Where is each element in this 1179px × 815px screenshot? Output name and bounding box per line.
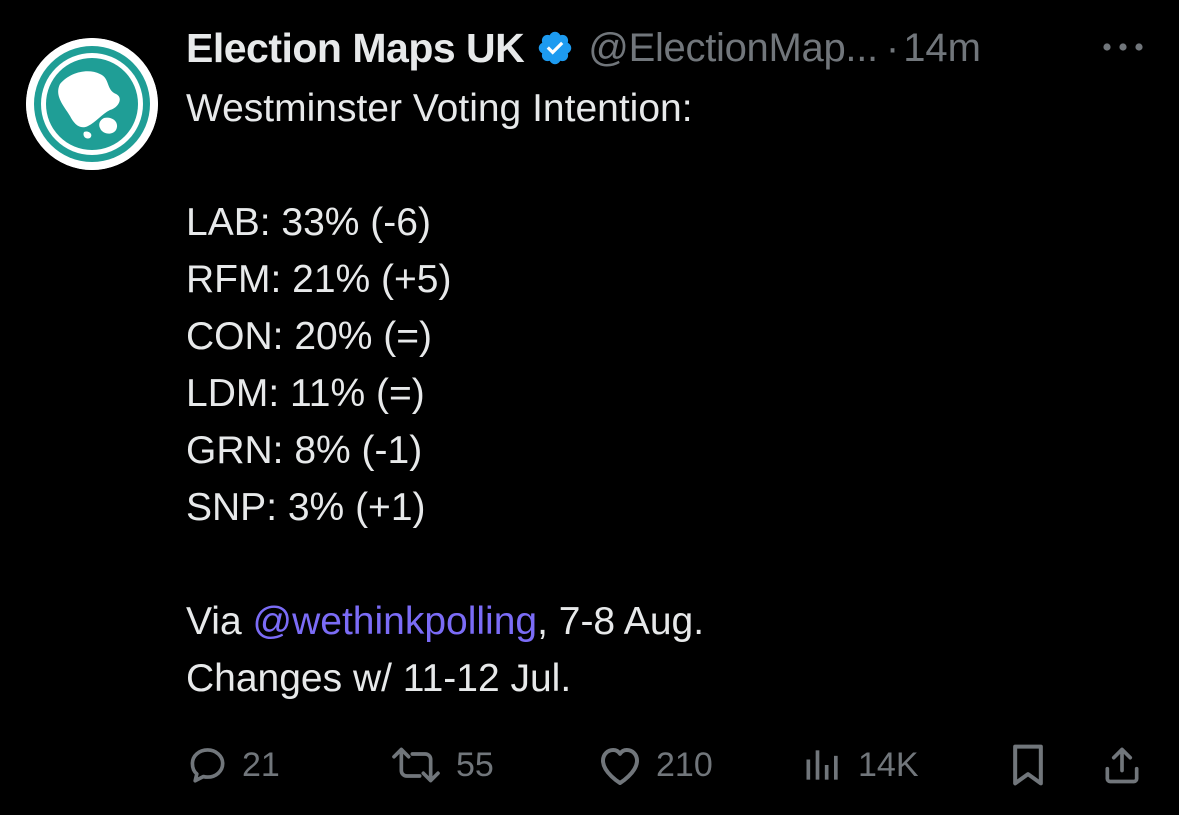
author-name[interactable]: Election Maps UK <box>186 25 525 72</box>
views-chart-icon <box>806 750 838 780</box>
bookmark-icon <box>1013 744 1043 786</box>
repost-count: 55 <box>456 745 494 784</box>
via-prefix: Via <box>186 600 253 643</box>
reply-button[interactable]: 21 <box>186 735 280 795</box>
bookmark-button[interactable] <box>1006 735 1050 795</box>
views-button[interactable]: 14K <box>800 735 919 795</box>
election-maps-globe-logo-icon <box>26 38 158 170</box>
result-line-ldm: LDM: 11% (=) <box>186 372 425 415</box>
repost-button[interactable]: 55 <box>388 735 494 795</box>
more-icon <box>1103 43 1143 51</box>
avatar[interactable] <box>26 38 158 170</box>
heart-icon <box>601 748 639 785</box>
author-handle[interactable]: @ElectionMap... <box>588 26 878 71</box>
mention-link[interactable]: @wethinkpolling <box>253 600 538 643</box>
views-count: 14K <box>858 745 919 784</box>
tweet-text: Westminster Voting Intention: LAB: 33% (… <box>186 80 1146 707</box>
tweet-heading: Westminster Voting Intention: <box>186 87 693 130</box>
result-line-con: CON: 20% (=) <box>186 315 432 358</box>
like-button[interactable]: 210 <box>596 735 713 795</box>
reply-count: 21 <box>242 745 280 784</box>
via-suffix: , 7-8 Aug. <box>537 600 705 643</box>
action-bar: 21 55 210 14K <box>0 735 1179 795</box>
share-button[interactable] <box>1100 735 1144 795</box>
timestamp[interactable]: 14m <box>903 26 981 71</box>
result-line-grn: GRN: 8% (-1) <box>186 429 423 472</box>
share-icon <box>1105 747 1139 784</box>
result-line-snp: SNP: 3% (+1) <box>186 486 426 529</box>
verified-badge-icon[interactable] <box>536 29 574 67</box>
like-count: 210 <box>656 745 713 784</box>
repost-icon <box>392 747 440 783</box>
changes-line: Changes w/ 11-12 Jul. <box>186 657 572 700</box>
reply-icon <box>190 748 225 783</box>
result-line-rfm: RFM: 21% (+5) <box>186 258 452 301</box>
via-line: Via @wethinkpolling, 7-8 Aug. <box>186 593 1146 650</box>
tweet-header: Election Maps UK @ElectionMap... · 14m <box>186 22 981 74</box>
result-line-lab: LAB: 33% (-6) <box>186 201 431 244</box>
more-options-button[interactable] <box>1098 30 1148 64</box>
separator-dot: · <box>885 25 900 70</box>
